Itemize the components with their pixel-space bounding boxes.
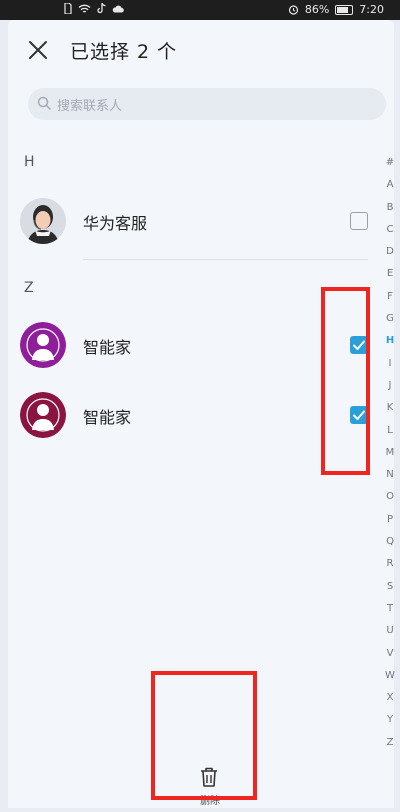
contact-name: 智能家 <box>83 338 132 357</box>
wifi-icon <box>78 4 91 13</box>
highlight-box-delete <box>151 671 257 800</box>
index-letter-s[interactable]: S <box>387 581 393 592</box>
close-icon[interactable] <box>26 38 50 62</box>
header: 已选择 2 个 <box>8 20 394 80</box>
index-letter-f[interactable]: F <box>387 291 393 302</box>
index-letter-k[interactable]: K <box>387 403 394 413</box>
contact-name: 华为客服 <box>83 214 148 233</box>
index-letter-g[interactable]: G <box>386 314 394 324</box>
status-right-icons: 86% 7:20 <box>288 3 384 16</box>
index-letter-r[interactable]: R <box>387 559 394 569</box>
index-letter-u[interactable]: U <box>386 626 393 636</box>
sim-icon <box>64 3 72 14</box>
search-icon <box>37 96 51 110</box>
index-letter-e[interactable]: E <box>387 269 393 279</box>
index-letter-p[interactable]: P <box>387 514 393 525</box>
cloud-icon <box>112 5 124 12</box>
battery-icon <box>335 4 354 15</box>
index-letter-z[interactable]: Z <box>387 737 394 748</box>
status-left-icons <box>64 3 124 14</box>
index-letter-hash[interactable]: # <box>386 158 394 168</box>
avatar <box>20 322 66 368</box>
contact-row-smart-home-2[interactable]: 智能家 <box>8 384 368 448</box>
index-letter-a[interactable]: A <box>387 180 394 190</box>
index-letter-v[interactable]: V <box>387 648 394 659</box>
index-letter-l[interactable]: L <box>387 425 393 436</box>
section-header-h: H <box>24 154 35 170</box>
index-letter-n[interactable]: N <box>386 470 393 480</box>
index-letter-d[interactable]: D <box>386 247 394 257</box>
divider <box>83 259 368 260</box>
index-letter-y[interactable]: Y <box>387 715 393 725</box>
index-letter-h[interactable]: H <box>386 336 394 346</box>
index-letter-x[interactable]: X <box>387 693 394 703</box>
avatar <box>20 392 66 438</box>
index-letter-i[interactable]: I <box>389 358 392 369</box>
section-header-z: Z <box>24 280 34 296</box>
battery-percent: 86% <box>304 3 330 16</box>
alphabet-index[interactable]: # A B C D E F G H I J K L M N O P Q R S T U V W X Y Z <box>382 158 398 748</box>
highlight-box-checkboxes <box>321 287 370 475</box>
checkbox-unchecked[interactable] <box>350 212 368 230</box>
index-letter-m[interactable]: M <box>386 447 395 458</box>
status-bar: 86% 7:20 <box>0 0 400 20</box>
index-letter-t[interactable]: T <box>387 603 393 614</box>
tiktok-icon <box>97 3 106 14</box>
contact-row-huawei-service[interactable]: 华为客服 <box>8 190 368 254</box>
index-letter-o[interactable]: O <box>386 492 394 502</box>
index-letter-q[interactable]: Q <box>386 537 394 547</box>
index-letter-b[interactable]: B <box>387 202 394 213</box>
index-letter-w[interactable]: W <box>385 670 395 681</box>
avatar <box>20 198 66 244</box>
contact-row-smart-home-1[interactable]: 智能家 <box>8 314 368 378</box>
search-input[interactable]: 搜索联系人 <box>28 88 386 120</box>
alarm-icon <box>288 5 298 15</box>
index-letter-j[interactable]: J <box>389 380 392 391</box>
contact-name: 智能家 <box>83 408 132 427</box>
index-letter-c[interactable]: C <box>387 224 394 235</box>
search-placeholder: 搜索联系人 <box>57 99 123 114</box>
clock: 7:20 <box>359 3 384 16</box>
page-title: 已选择 2 个 <box>70 41 178 63</box>
